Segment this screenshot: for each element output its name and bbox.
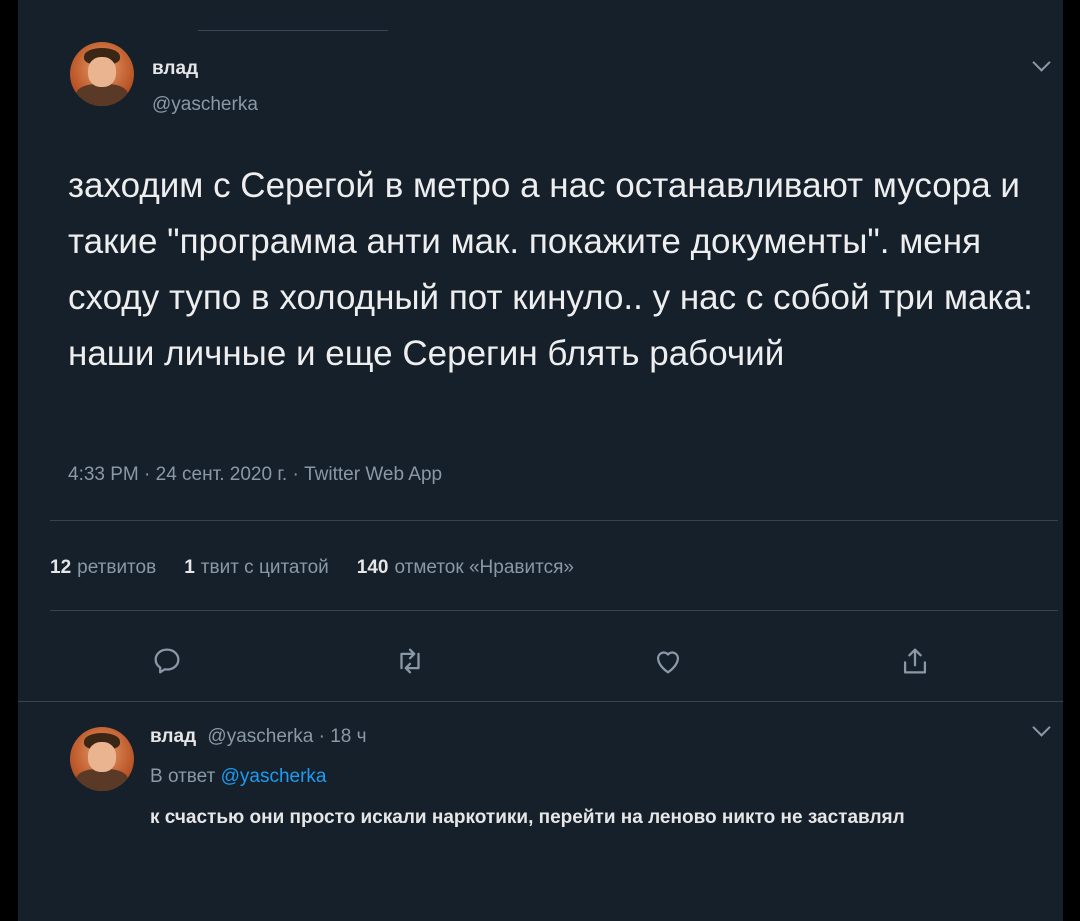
reply-to-prefix: В ответ: [150, 766, 216, 787]
reply-header: влад @yascherka · 18 ч: [150, 726, 367, 748]
retweets-label: ретвитов: [77, 557, 157, 578]
reply-text: к счастью они просто искали наркотики, п…: [150, 807, 905, 828]
reply-time[interactable]: · 18 ч: [319, 726, 367, 747]
quotes-count: 1: [184, 557, 195, 578]
divider: [18, 701, 1063, 702]
retweets-stat[interactable]: 12 ретвитов: [50, 557, 156, 579]
divider: [50, 520, 1058, 521]
tweet-screenshot: влад @yascherka заходим с Серегой в метр…: [18, 0, 1063, 921]
likes-stat[interactable]: 140 отметок «Нравится»: [357, 557, 574, 579]
author-name[interactable]: влад: [152, 58, 198, 80]
retweet-icon[interactable]: [393, 644, 427, 678]
chevron-down-icon[interactable]: [1032, 53, 1051, 72]
author-handle[interactable]: @yascherka: [152, 94, 258, 116]
like-icon[interactable]: [651, 644, 685, 678]
reply-author-avatar[interactable]: [70, 727, 134, 791]
tweet-meta[interactable]: 4:33 PM · 24 сент. 2020 г. · Twitter Web…: [68, 464, 442, 486]
likes-count: 140: [356, 557, 389, 578]
quotes-label: твит с цитатой: [200, 557, 329, 578]
chevron-down-icon[interactable]: [1032, 718, 1051, 737]
reply-author-handle[interactable]: @yascherka: [207, 726, 313, 747]
reply-to-line: В ответ @yascherka: [150, 766, 327, 788]
quotes-stat[interactable]: 1 твит с цитатой: [184, 557, 329, 579]
retweets-count: 12: [50, 557, 72, 578]
share-icon[interactable]: [898, 644, 932, 678]
reply-to-mention[interactable]: @yascherka: [221, 766, 327, 787]
top-divider: [198, 30, 388, 31]
tweet-stats: 12 ретвитов 1 твит с цитатой 140 отметок «Н…: [50, 557, 574, 579]
reply-author-name[interactable]: влад: [150, 726, 196, 747]
divider: [50, 610, 1058, 611]
author-avatar[interactable]: [70, 42, 134, 106]
reply-icon[interactable]: [150, 644, 184, 678]
likes-label: отметок «Нравится»: [394, 557, 574, 578]
tweet-text: заходим с Серегой в метро а нас останавл…: [68, 166, 1033, 373]
